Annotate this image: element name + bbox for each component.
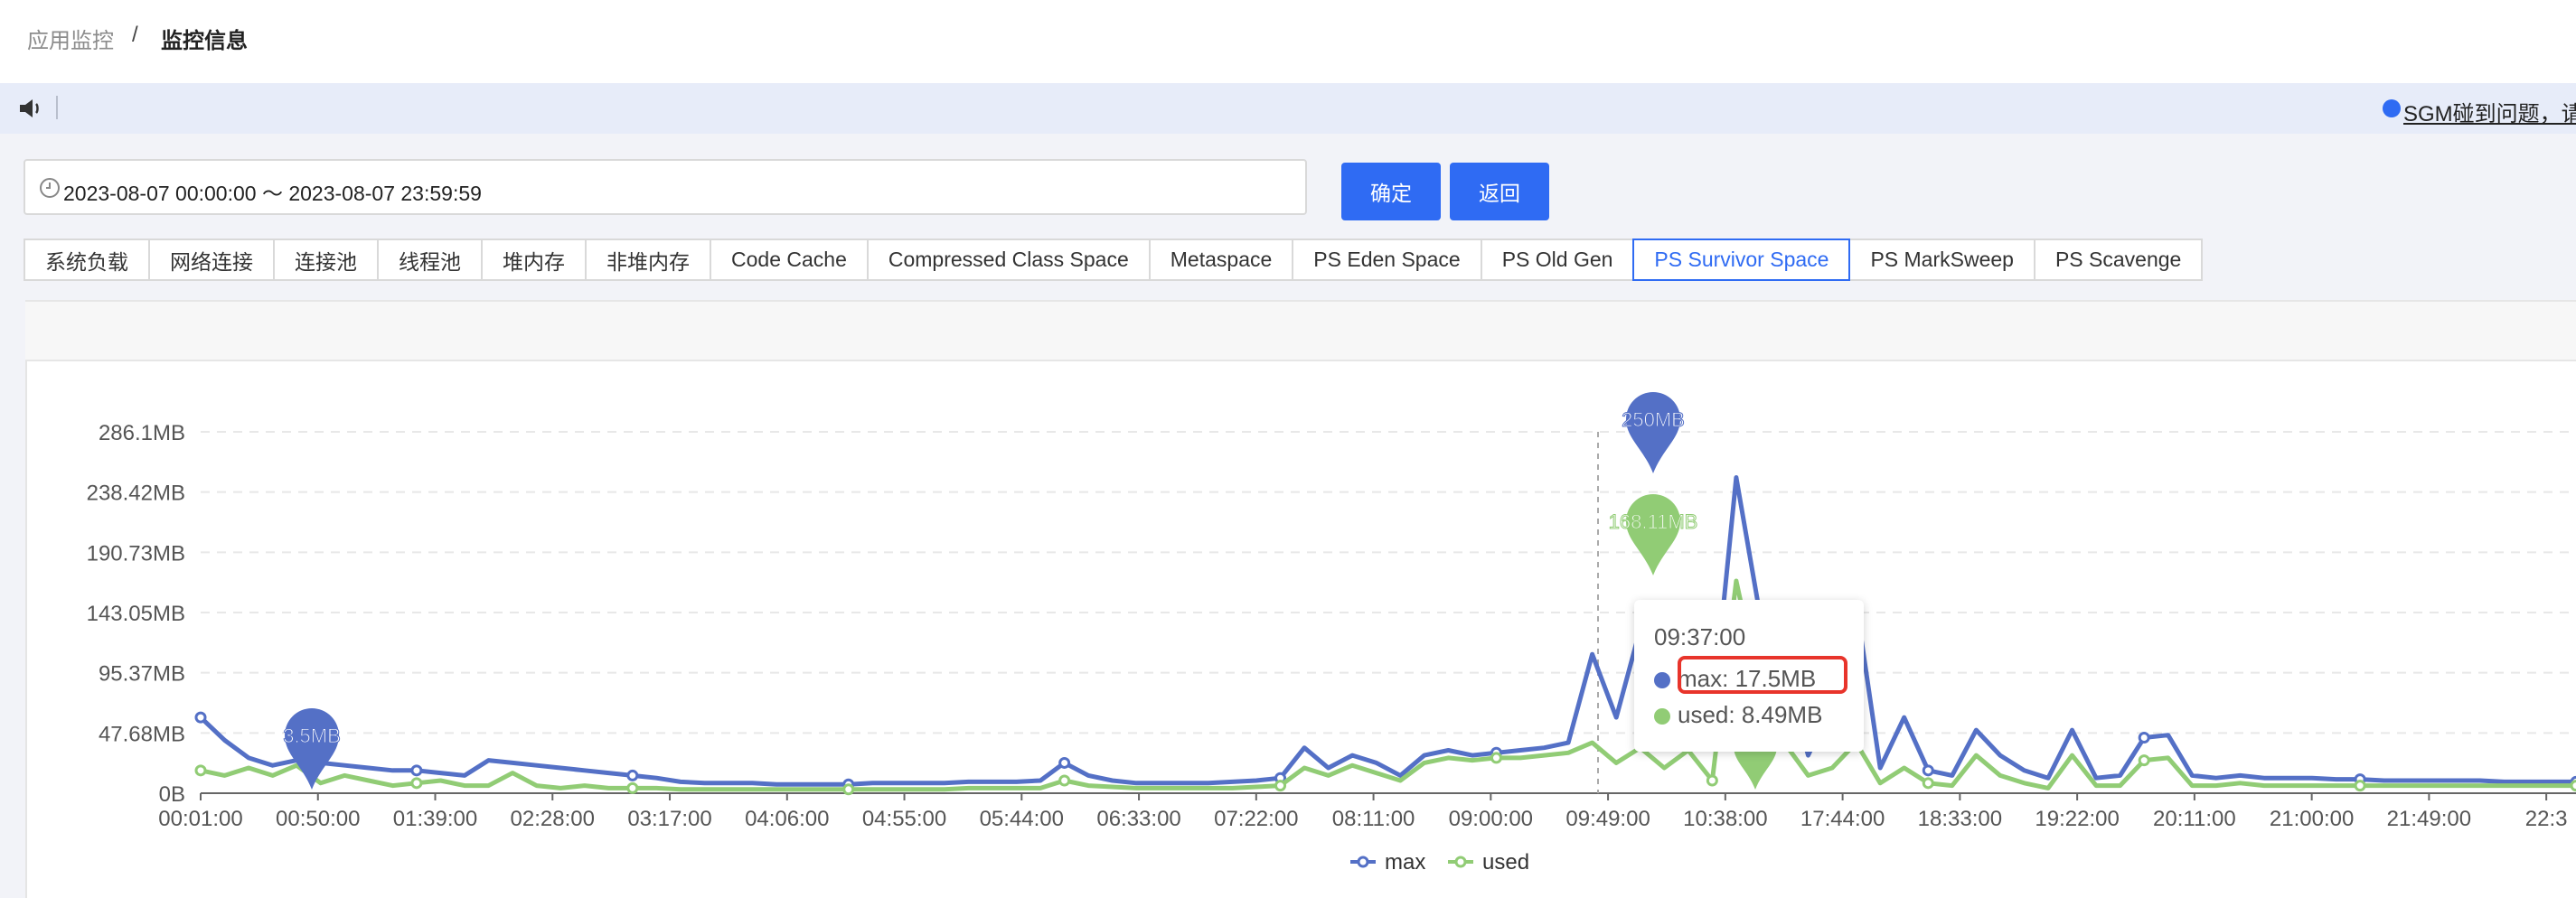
x-tick-label: 19:22:00 bbox=[2035, 807, 2119, 831]
data-point-used bbox=[2138, 754, 2150, 767]
legend-marker-max bbox=[1357, 856, 1369, 868]
data-point-used bbox=[2570, 780, 2576, 792]
data-point-used bbox=[2354, 780, 2366, 792]
x-tick-label: 05:44:00 bbox=[980, 807, 1064, 831]
y-tick-label: 143.05MB bbox=[87, 602, 185, 626]
data-point-used bbox=[626, 781, 639, 794]
y-tick-label: 0B bbox=[159, 782, 185, 807]
data-point-max bbox=[410, 764, 423, 777]
data-point-max bbox=[2138, 731, 2150, 744]
x-tick-label: 07:22:00 bbox=[1214, 807, 1298, 831]
x-tick-label: 04:06:00 bbox=[745, 807, 829, 831]
data-point-max bbox=[1922, 764, 1934, 777]
data-point-used bbox=[1058, 774, 1071, 787]
x-tick-label: 20:11:00 bbox=[2153, 807, 2236, 831]
data-point-max bbox=[626, 769, 639, 781]
chart-tooltip: 09:37:00 max: 17.5MB used: 8.49MB bbox=[1634, 600, 1864, 752]
max-series-dot bbox=[1654, 672, 1670, 689]
y-tick-label: 190.73MB bbox=[87, 541, 185, 566]
data-point-used bbox=[1274, 780, 1287, 792]
y-tick-label: 95.37MB bbox=[99, 662, 185, 687]
data-point-used bbox=[1490, 752, 1502, 764]
x-tick-label: 09:00:00 bbox=[1449, 807, 1533, 831]
pin-shape bbox=[1626, 392, 1680, 473]
pin-label: 168.11MB bbox=[1609, 510, 1698, 533]
x-tick-label: 10:38:00 bbox=[1683, 807, 1767, 831]
pin-shape bbox=[1626, 494, 1680, 575]
legend-marker-used bbox=[1454, 856, 1467, 868]
y-tick-label: 286.1MB bbox=[99, 421, 185, 445]
x-tick-label: 21:00:00 bbox=[2270, 807, 2354, 831]
series-line-max bbox=[199, 475, 2576, 787]
x-tick-label: 08:11:00 bbox=[1332, 807, 1415, 831]
memory-line-chart[interactable]: 0B 47.68MB 95.37MB 143.05MB 190.73MB 238.42MB… bbox=[0, 0, 2576, 898]
tooltip-used-value: used: 8.49MB bbox=[1678, 701, 1823, 728]
highlight-box bbox=[1678, 656, 1847, 694]
x-tick-label: 01:39:00 bbox=[393, 807, 477, 831]
used-series-dot bbox=[1654, 708, 1670, 725]
x-tick-label: 04:55:00 bbox=[862, 807, 946, 831]
pin-shape bbox=[285, 708, 339, 790]
x-tick-label: 17:44:00 bbox=[1800, 807, 1885, 831]
x-tick-label: 09:49:00 bbox=[1565, 807, 1650, 831]
y-tick-label: 47.68MB bbox=[99, 722, 185, 746]
x-tick-label: 06:33:00 bbox=[1096, 807, 1180, 831]
pin-label: 250MB bbox=[1622, 408, 1685, 431]
x-tick-label: 22:3 bbox=[2525, 807, 2568, 831]
x-tick-label: 00:50:00 bbox=[276, 807, 360, 831]
legend-label-used: used bbox=[1482, 850, 1529, 875]
x-tick-label: 03:17:00 bbox=[627, 807, 711, 831]
y-tick-label: 238.42MB bbox=[87, 482, 185, 506]
pin-marker: 250MB bbox=[1622, 392, 1685, 473]
data-point-max bbox=[1058, 756, 1071, 769]
legend-label-max: max bbox=[1385, 850, 1425, 875]
pin-marker: 168.11MB bbox=[1608, 494, 1698, 575]
tab-ps-survivor-space[interactable]: PS Survivor Space bbox=[1632, 239, 1851, 281]
data-point-used bbox=[410, 777, 423, 790]
x-tick-label: 00:01:00 bbox=[158, 807, 242, 831]
x-tick-label: 02:28:00 bbox=[511, 807, 595, 831]
data-point-max bbox=[194, 711, 207, 724]
pin-label: 3.5MB bbox=[283, 725, 341, 747]
data-point-used bbox=[1922, 777, 1934, 790]
data-point-used bbox=[842, 783, 855, 796]
data-point-used bbox=[1706, 774, 1718, 787]
tooltip-time: 09:37:00 bbox=[1654, 623, 1746, 650]
x-tick-label: 18:33:00 bbox=[1918, 807, 2002, 831]
tooltip-used-row: used: 8.49MB bbox=[1654, 701, 1822, 729]
x-tick-label: 21:49:00 bbox=[2387, 807, 2471, 831]
data-point-used bbox=[194, 764, 207, 777]
